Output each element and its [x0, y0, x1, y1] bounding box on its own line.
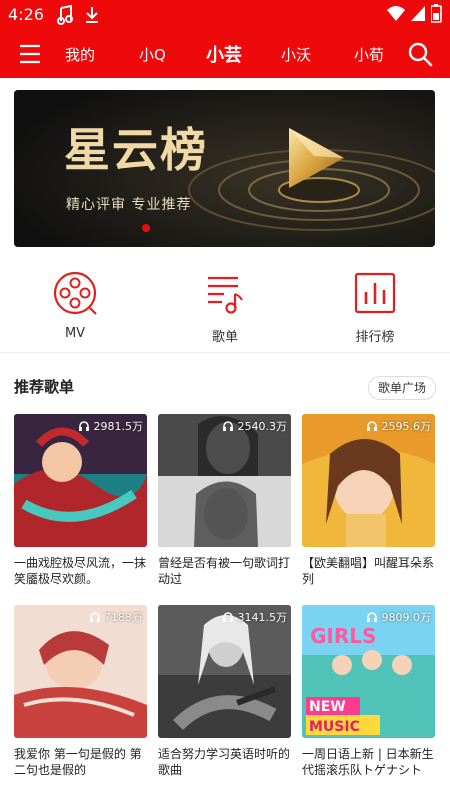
top-nav: 我的 小Q 小芸 小沃 小荀: [0, 30, 450, 78]
playlist-cover: 3141.5万: [158, 605, 291, 738]
menu-icon[interactable]: [18, 43, 42, 69]
tab-xiaoyun[interactable]: 小芸: [206, 41, 242, 67]
tab-xiaowo[interactable]: 小沃: [281, 44, 311, 65]
playlist-card[interactable]: 7183万 我爱你 第一句是假的 第二句也是假的: [14, 605, 147, 778]
chart-icon: [354, 272, 396, 314]
playlist-caption: 一曲戏腔极尽风流，一抹笑靥极尽欢颜。: [14, 556, 147, 586]
svg-text:GIRLS: GIRLS: [310, 624, 376, 648]
banner-subtitle: 精心评审 专业推荐: [66, 197, 192, 213]
playlist-square-button[interactable]: 歌单广场: [367, 376, 436, 400]
headphones-icon: [89, 612, 100, 622]
status-bar: 4:26: [0, 0, 450, 30]
playlist-card[interactable]: GIRLS NEW MUSIC 9809.0万 一周日语上新 | 日本新生代摇滚…: [302, 605, 435, 778]
quick-link-mv[interactable]: MV: [20, 270, 130, 341]
headphones-icon: [367, 421, 377, 431]
music-list-icon: [208, 276, 243, 314]
headphones-icon: [79, 421, 89, 431]
download-icon: [84, 4, 100, 30]
playlist-caption: 一周日语上新 | 日本新生代摇滚乐队トゲナシトゲ...: [302, 747, 434, 777]
signal-icon: [410, 4, 426, 28]
playlist-card[interactable]: 3141.5万 适合努力学习英语时听的歌曲: [158, 605, 291, 778]
quick-link-playlist[interactable]: 歌单: [170, 270, 280, 345]
svg-text:NEW: NEW: [309, 699, 346, 715]
quick-link-charts[interactable]: 排行榜: [320, 270, 430, 345]
playlist-card[interactable]: 2540.3万 曾经是否有被一句歌词打动过: [158, 414, 291, 587]
playlist-cover: 2540.3万: [158, 414, 291, 547]
carousel-dot-active[interactable]: [142, 224, 150, 232]
playlist-cover: GIRLS NEW MUSIC 9809.0万: [302, 605, 435, 738]
svg-text:MUSIC: MUSIC: [309, 719, 360, 735]
playlist-card[interactable]: 2595.6万 【欧美翻唱】叫醒耳朵系列: [302, 414, 435, 587]
play-count: 2540.3万: [222, 418, 287, 434]
play-count: 2595.6万: [366, 418, 431, 434]
tab-xiaoq[interactable]: 小Q: [139, 44, 166, 65]
tab-mine[interactable]: 我的: [65, 44, 95, 65]
playlist-cover: 7183万: [14, 605, 147, 738]
status-time: 4:26: [8, 5, 44, 24]
divider: [0, 352, 450, 353]
headphones-icon: [367, 612, 377, 622]
music-note-icon: [56, 4, 74, 30]
tab-xiaoxun[interactable]: 小荀: [354, 44, 384, 65]
play-count: 9809.0万: [366, 609, 431, 625]
play-count: 7183万: [89, 609, 143, 625]
play-count: 2981.5万: [78, 418, 143, 434]
playlist-caption: 我爱你 第一句是假的 第二句也是假的: [14, 747, 142, 777]
film-reel-icon: [53, 271, 97, 315]
quick-link-label: 歌单: [211, 330, 238, 345]
headphones-icon: [223, 421, 233, 431]
search-icon[interactable]: [407, 41, 433, 71]
section-title: 推荐歌单: [14, 378, 75, 396]
banner-carousel[interactable]: 星云榜 精心评审 专业推荐: [14, 90, 435, 247]
wifi-icon: [386, 4, 406, 28]
playlist-caption: 【欧美翻唱】叫醒耳朵系列: [302, 556, 435, 586]
playlist-cover: 2981.5万: [14, 414, 147, 547]
quick-link-label: MV: [64, 326, 86, 341]
quick-link-label: 排行榜: [355, 330, 395, 345]
playlist-caption: 适合努力学习英语时听的歌曲: [158, 747, 291, 777]
play-count: 3141.5万: [222, 609, 287, 625]
banner-title: 星云榜: [64, 123, 208, 177]
battery-icon: [430, 4, 442, 28]
playlist-card[interactable]: 2981.5万 一曲戏腔极尽风流，一抹笑靥极尽欢颜。: [14, 414, 147, 587]
headphones-icon: [223, 612, 233, 622]
playlist-cover: 2595.6万: [302, 414, 435, 547]
playlist-caption: 曾经是否有被一句歌词打动过: [158, 556, 291, 586]
